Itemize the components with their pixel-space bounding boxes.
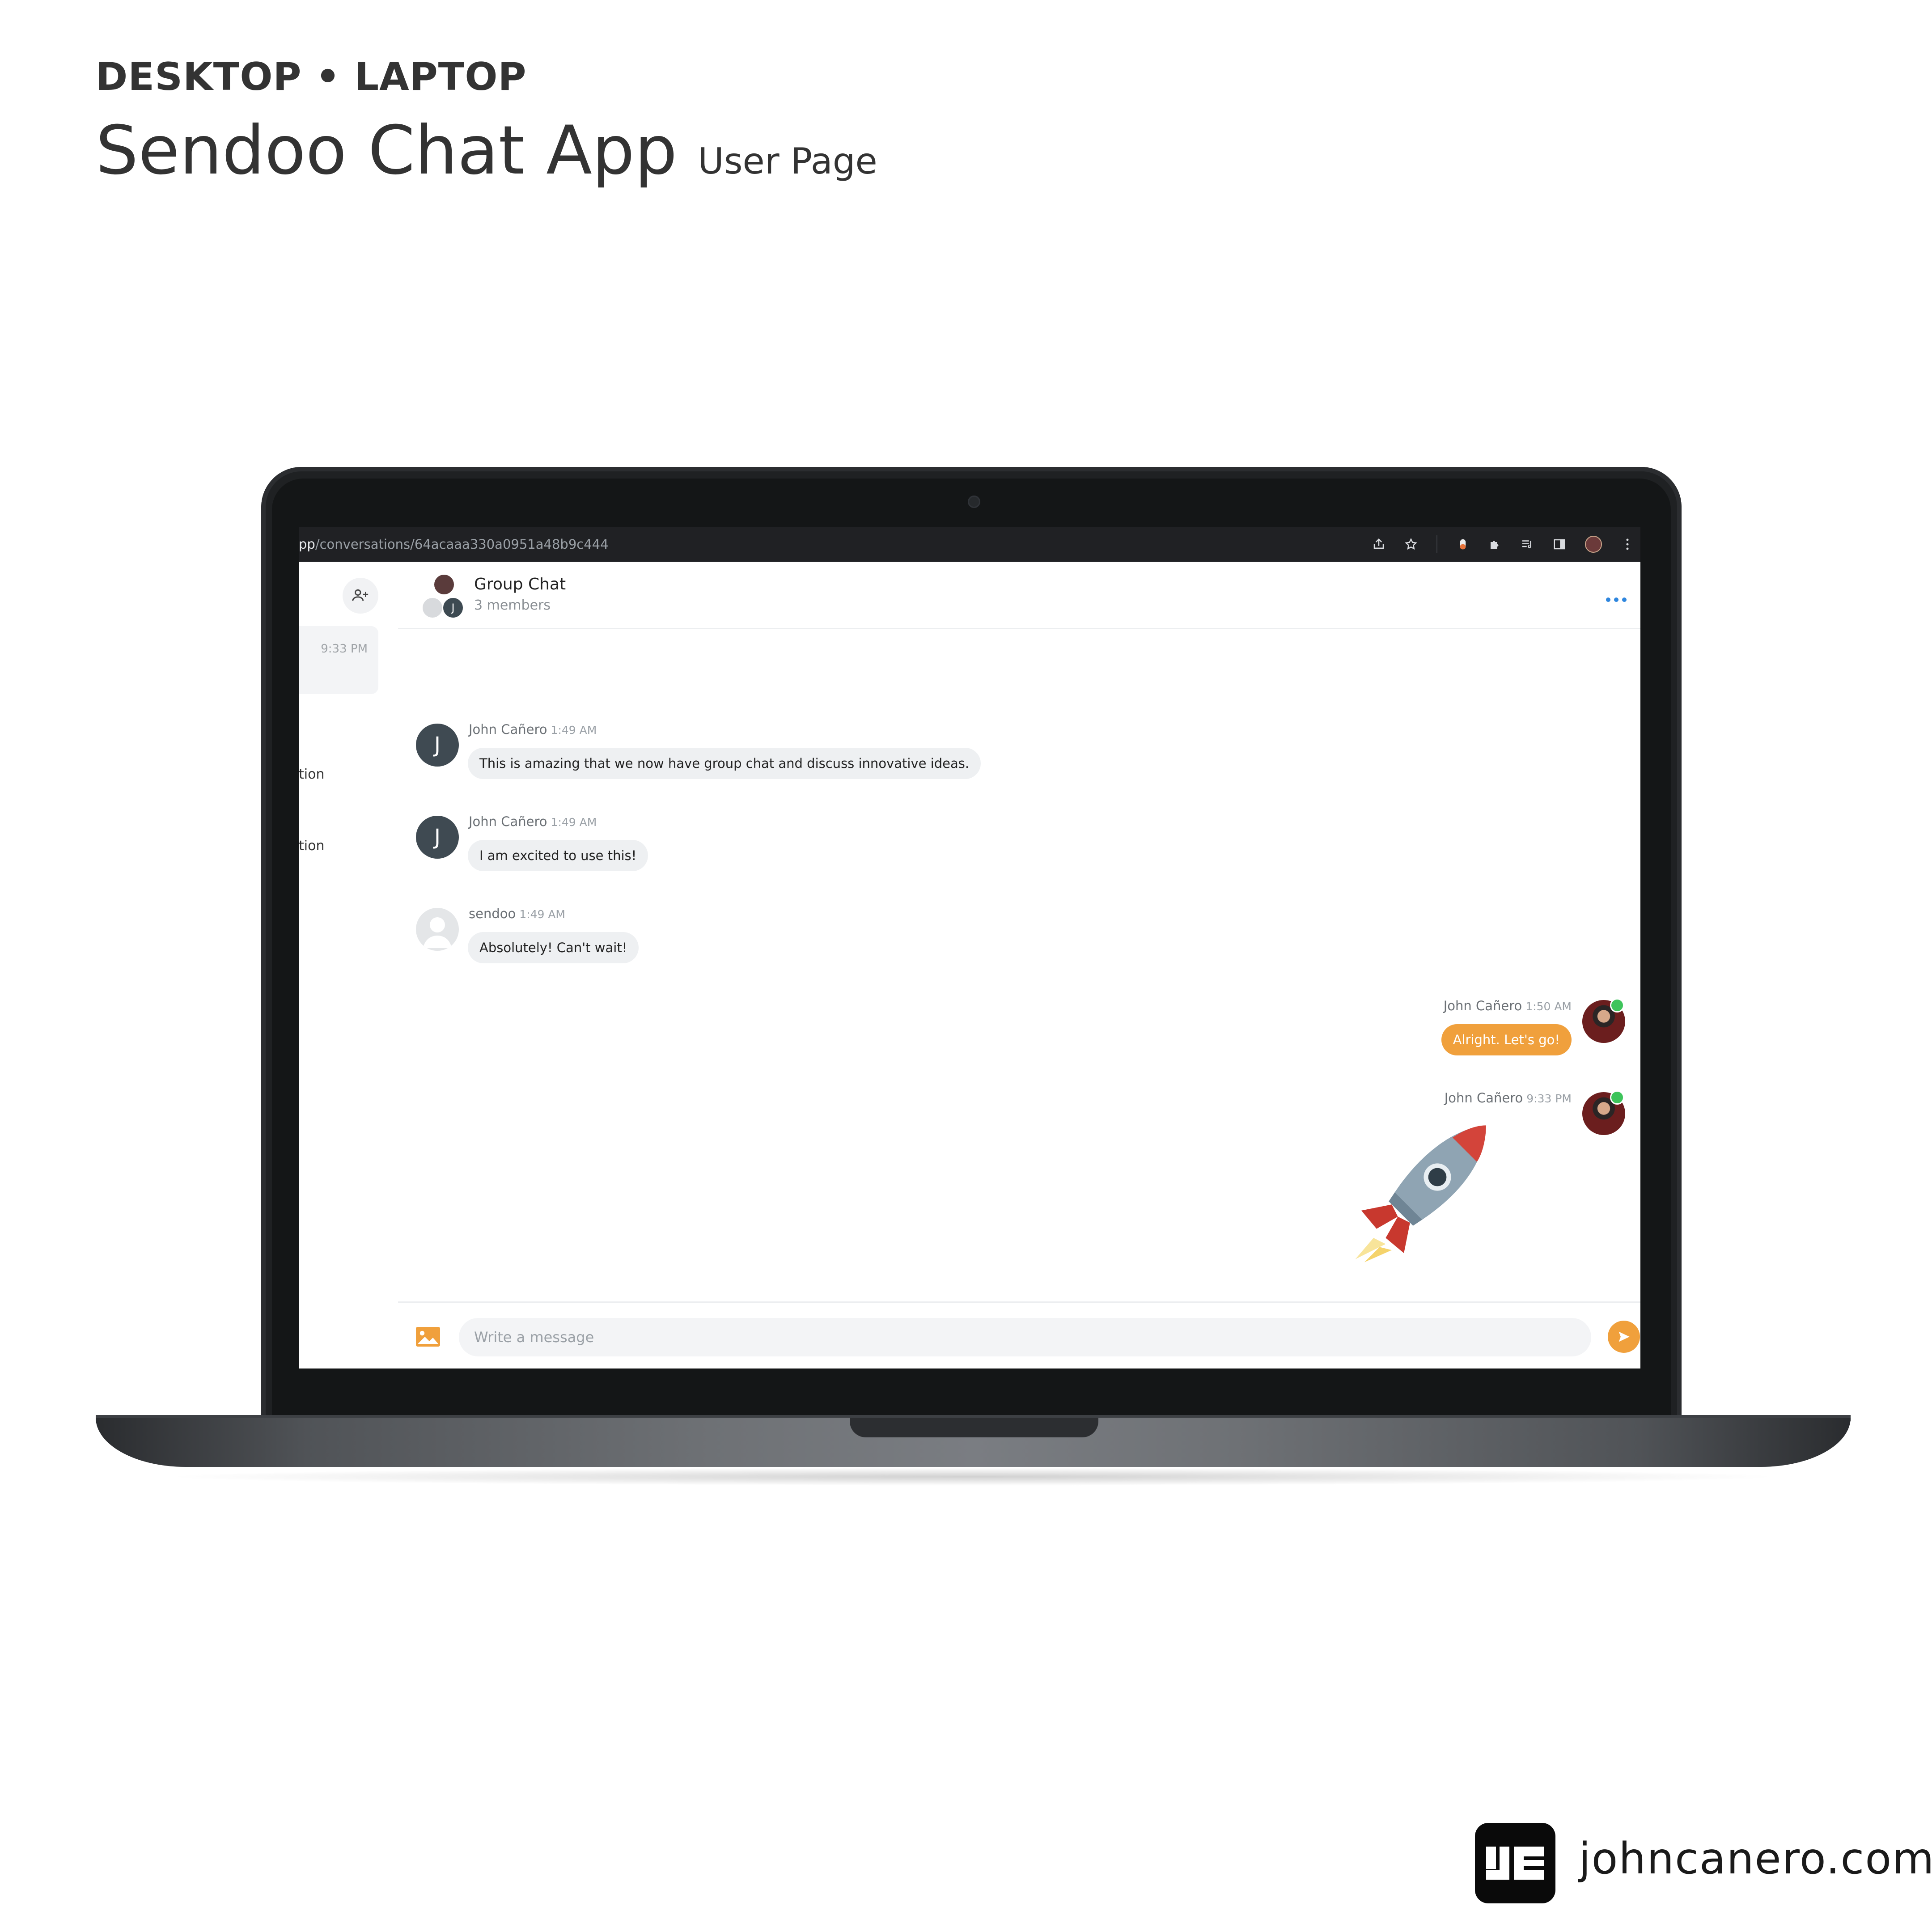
message-meta: John Cañero 1:49 AM bbox=[469, 814, 597, 829]
online-indicator bbox=[1610, 998, 1624, 1013]
kicker: DESKTOP • LAPTOP bbox=[96, 55, 527, 99]
chat-header: J Group Chat 3 members bbox=[398, 562, 1640, 629]
message-composer bbox=[398, 1301, 1640, 1368]
conversation-sidebar: 9:33 PM tion tion bbox=[299, 562, 399, 1368]
message-time: 1:49 AM bbox=[551, 816, 597, 829]
ellipsis-icon bbox=[1606, 597, 1627, 602]
message-time: 1:49 AM bbox=[551, 724, 597, 737]
message-meta: sendoo 1:49 AM bbox=[469, 906, 565, 921]
brand-logo bbox=[1475, 1823, 1555, 1903]
laptop-shadow bbox=[161, 1468, 1784, 1486]
message-meta: John Cañero 1:50 AM bbox=[1444, 998, 1572, 1013]
user-silhouette-icon bbox=[423, 917, 452, 948]
conversation-item-label[interactable]: tion bbox=[299, 838, 324, 854]
message-meta: John Cañero 9:33 PM bbox=[1445, 1090, 1572, 1106]
send-button[interactable] bbox=[1608, 1321, 1640, 1353]
conversation-time: 9:33 PM bbox=[321, 642, 368, 656]
address-bar[interactable]: pp/conversations/64acaaa330a0951a48b9c44… bbox=[299, 537, 609, 552]
avatar-placeholder bbox=[416, 908, 459, 951]
webcam bbox=[968, 496, 980, 508]
attach-image-button[interactable] bbox=[415, 1326, 441, 1347]
url-host: pp bbox=[299, 537, 315, 552]
group-avatars: J bbox=[421, 573, 470, 619]
more-options-button[interactable] bbox=[1606, 585, 1627, 608]
rocket-icon bbox=[1355, 1125, 1486, 1263]
toolbar-divider bbox=[1436, 535, 1437, 553]
own-message-bubble: Alright. Let's go! bbox=[1441, 1024, 1572, 1055]
url-path: /conversations/64acaaa330a0951a48b9c444 bbox=[315, 537, 609, 552]
image-icon bbox=[416, 1327, 440, 1347]
member-avatar: J bbox=[442, 597, 464, 619]
member-avatar bbox=[421, 597, 444, 619]
avatar: J bbox=[416, 816, 459, 859]
message-author: sendoo bbox=[469, 906, 516, 921]
extension-icon[interactable] bbox=[1456, 538, 1470, 551]
page-subtitle: User Page bbox=[698, 140, 877, 182]
brand-site: johncanero.com bbox=[1579, 1834, 1932, 1884]
profile-avatar[interactable] bbox=[1585, 536, 1602, 553]
message-author: John Cañero bbox=[1443, 998, 1522, 1013]
message-bubble: This is amazing that we now have group c… bbox=[468, 748, 981, 779]
kebab-menu-icon[interactable] bbox=[1621, 538, 1634, 551]
puzzle-icon[interactable] bbox=[1488, 538, 1502, 551]
message-meta: John Cañero 1:49 AM bbox=[469, 722, 597, 737]
add-user-icon bbox=[352, 589, 369, 601]
message-author: John Cañero bbox=[469, 814, 547, 829]
message-input[interactable] bbox=[459, 1318, 1591, 1356]
browser-toolbar: pp/conversations/64acaaa330a0951a48b9c44… bbox=[299, 527, 1640, 562]
message-author: John Cañero bbox=[1444, 1090, 1523, 1106]
send-icon bbox=[1618, 1331, 1630, 1342]
jc-logo-icon bbox=[1486, 1847, 1544, 1880]
online-indicator bbox=[1610, 1090, 1624, 1105]
share-icon[interactable] bbox=[1372, 538, 1385, 551]
star-icon[interactable] bbox=[1404, 538, 1418, 551]
message-bubble: Absolutely! Can't wait! bbox=[468, 932, 639, 963]
chat-title: Group Chat bbox=[474, 575, 566, 593]
media-queue-icon[interactable] bbox=[1521, 538, 1534, 551]
avatar: J bbox=[416, 724, 459, 767]
message-author: John Cañero bbox=[469, 722, 547, 737]
laptop-notch bbox=[850, 1418, 1098, 1437]
browser-actions bbox=[1372, 527, 1634, 562]
member-avatar bbox=[433, 573, 455, 596]
add-user-button[interactable] bbox=[343, 578, 378, 614]
member-count: 3 members bbox=[474, 597, 551, 613]
message-time: 1:49 AM bbox=[519, 908, 565, 921]
chat-panel: J Group Chat 3 members J John Cañero 1:49… bbox=[398, 562, 1640, 1368]
page-title: Sendoo Chat App bbox=[96, 112, 678, 190]
side-panel-icon[interactable] bbox=[1553, 538, 1566, 551]
laptop-screen: pp/conversations/64acaaa330a0951a48b9c44… bbox=[299, 527, 1640, 1368]
conversation-item-label[interactable]: tion bbox=[299, 767, 324, 782]
message-bubble: I am excited to use this! bbox=[468, 840, 648, 871]
message-time: 9:33 PM bbox=[1526, 1092, 1572, 1105]
message-time: 1:50 AM bbox=[1525, 1000, 1572, 1013]
conversation-item-active[interactable]: 9:33 PM bbox=[299, 626, 378, 694]
title-row: Sendoo Chat App User Page bbox=[96, 112, 877, 190]
rocket-sticker: 🚀 bbox=[1346, 1116, 1498, 1270]
